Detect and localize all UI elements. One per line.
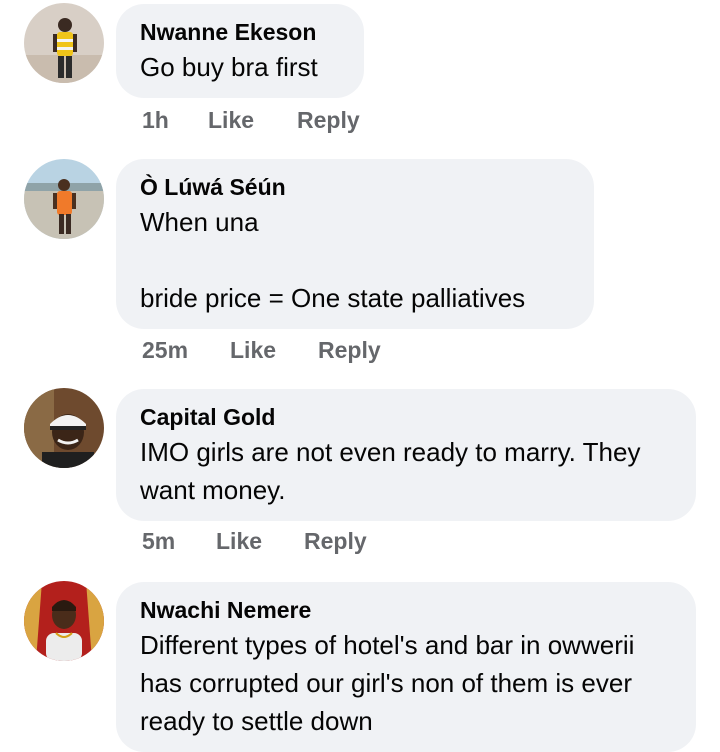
like-button[interactable]: Like — [208, 105, 297, 135]
comment-text: When una bride price = One state palliat… — [140, 207, 526, 313]
profile-photo-icon — [24, 159, 104, 239]
comment-actions: 25m Like Reply — [142, 335, 381, 365]
reply-button[interactable]: Reply — [304, 526, 367, 556]
comment-bubble: Nwachi Nemere Different types of hotel's… — [116, 582, 696, 752]
comment-text: Go buy bra first — [140, 52, 318, 82]
comment-item: Nwachi Nemere Different types of hotel's… — [0, 578, 720, 752]
avatar[interactable] — [24, 581, 104, 661]
comment-actions: 1h Like Reply — [142, 105, 360, 135]
reply-button[interactable]: Reply — [297, 105, 360, 135]
like-button[interactable]: Like — [230, 335, 318, 365]
comment-bubble: Ò Lúwá Séún When una bride price = One s… — [116, 159, 594, 329]
like-button[interactable]: Like — [216, 526, 304, 556]
comment-time[interactable]: 5m — [142, 526, 216, 556]
comment-item: Nwanne Ekeson Go buy bra first 1h Like R… — [0, 0, 720, 150]
profile-photo-icon — [24, 388, 104, 468]
comment-text: IMO girls are not even ready to marry. T… — [140, 437, 648, 505]
comment-time[interactable]: 25m — [142, 335, 230, 365]
comment-bubble: Capital Gold IMO girls are not even read… — [116, 389, 696, 521]
avatar[interactable] — [24, 3, 104, 83]
profile-photo-icon — [24, 3, 104, 83]
comment-item: Ò Lúwá Séún When una bride price = One s… — [0, 155, 720, 380]
avatar[interactable] — [24, 388, 104, 468]
comment-author[interactable]: Nwanne Ekeson — [140, 16, 338, 48]
comment-author[interactable]: Capital Gold — [140, 401, 670, 433]
comment-author[interactable]: Ò Lúwá Séún — [140, 171, 568, 203]
avatar[interactable] — [24, 159, 104, 239]
profile-photo-icon — [24, 581, 104, 661]
comment-time[interactable]: 1h — [142, 105, 208, 135]
comment-bubble: Nwanne Ekeson Go buy bra first — [116, 4, 364, 98]
comment-author[interactable]: Nwachi Nemere — [140, 594, 670, 626]
comment-text: Different types of hotel's and bar in ow… — [140, 630, 642, 736]
comment-actions: 5m Like Reply — [142, 526, 367, 556]
reply-button[interactable]: Reply — [318, 335, 381, 365]
comment-item: Capital Gold IMO girls are not even read… — [0, 385, 720, 575]
